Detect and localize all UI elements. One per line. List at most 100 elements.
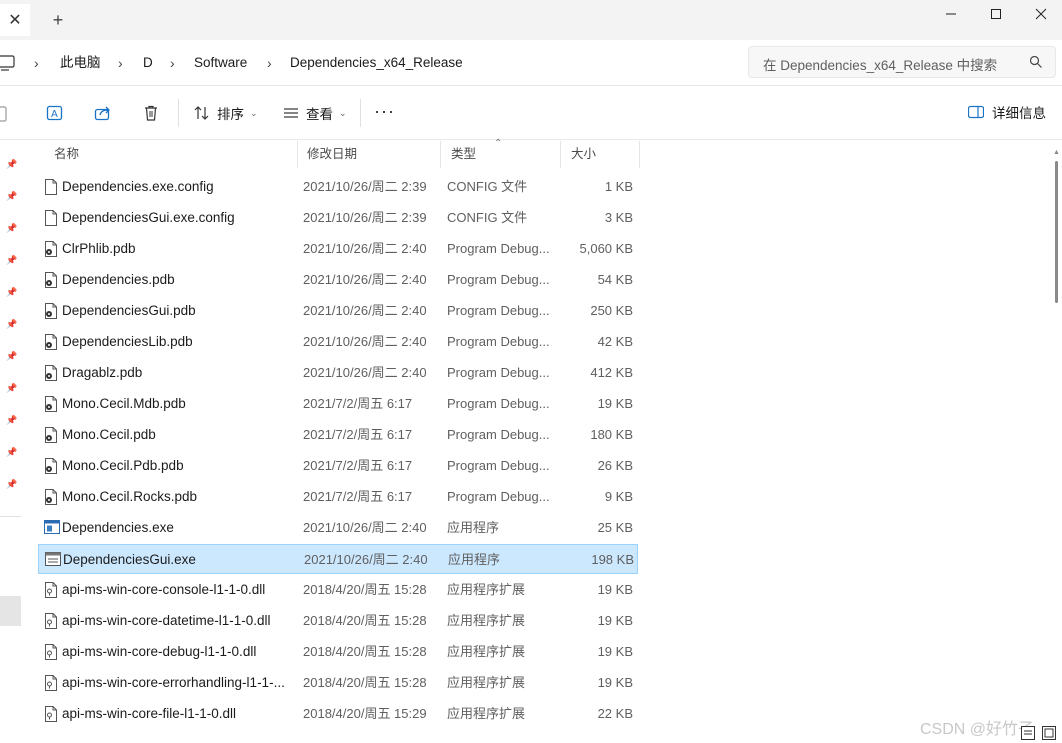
file-type: 应用程序扩展 xyxy=(447,613,526,628)
file-row[interactable]: Dependencies.exe.config 2021/10/26/周二 2:3… xyxy=(38,172,638,202)
pin-icon[interactable]: 📌 xyxy=(6,223,17,233)
file-type: CONFIG 文件 xyxy=(447,179,528,194)
close-window-button[interactable] xyxy=(1018,0,1062,28)
more-options-button[interactable]: ··· xyxy=(374,101,395,122)
file-name: Dependencies.exe xyxy=(62,520,174,535)
file-name: api-ms-win-core-debug-l1-1-0.dll xyxy=(62,644,257,659)
file-size: 180 KB xyxy=(590,427,633,442)
file-date: 2021/10/26/周二 2:39 xyxy=(303,179,427,194)
breadcrumb-item-drive[interactable]: D xyxy=(143,54,153,72)
tiles-view-icon[interactable] xyxy=(1042,726,1056,740)
file-date: 2021/10/26/周二 2:40 xyxy=(303,241,427,256)
maximize-button[interactable] xyxy=(973,0,1019,28)
details-pane-button[interactable]: 详细信息 xyxy=(968,102,1046,122)
file-row[interactable]: api-ms-win-core-errorhandling-l1-1-... 20… xyxy=(38,668,638,698)
share-icon[interactable] xyxy=(94,104,112,122)
dll-icon xyxy=(44,644,58,660)
file-date: 2021/10/26/周二 2:40 xyxy=(303,520,427,535)
column-header-row: 名称 修改日期 类型 ⌃ 大小 xyxy=(38,138,640,168)
scroll-up-arrow-icon[interactable]: ▲ xyxy=(1053,149,1060,156)
file-row[interactable]: Dependencies.pdb 2021/10/26/周二 2:40 Progra… xyxy=(38,265,638,295)
view-button[interactable]: 查看 ⌄ xyxy=(282,102,347,124)
file-size: 3 KB xyxy=(604,210,633,225)
close-tab-button[interactable]: ✕ xyxy=(0,4,30,36)
breadcrumb-item-this-pc[interactable]: 此电脑 xyxy=(60,54,101,72)
paste-icon[interactable] xyxy=(0,104,10,122)
file-row[interactable]: Mono.Cecil.pdb 2021/7/2/周五 6:17 Program De… xyxy=(38,420,638,450)
file-row[interactable]: DependenciesGui.exe 2021/10/26/周二 2:40 应用程… xyxy=(38,544,638,574)
chevron-right-icon[interactable]: › xyxy=(267,54,272,72)
file-type: Program Debug... xyxy=(447,427,550,442)
pin-icon[interactable]: 📌 xyxy=(6,159,17,169)
column-header-size[interactable]: 大小 xyxy=(561,141,640,168)
pin-icon[interactable]: 📌 xyxy=(6,351,17,361)
close-icon: ✕ xyxy=(8,12,22,29)
file-size: 54 KB xyxy=(597,272,633,287)
file-row[interactable]: Dependencies.exe 2021/10/26/周二 2:40 应用程序 25… xyxy=(38,513,638,543)
minimize-button[interactable] xyxy=(928,0,974,28)
file-row[interactable]: ClrPhlib.pdb 2021/10/26/周二 2:40 Program De… xyxy=(38,234,638,264)
file-date: 2018/4/20/周五 15:28 xyxy=(303,613,427,628)
computer-icon[interactable] xyxy=(0,54,18,72)
breadcrumb-item-current-folder[interactable]: Dependencies_x64_Release xyxy=(290,54,463,72)
file-date: 2018/4/20/周五 15:28 xyxy=(303,582,427,597)
file-row[interactable]: DependenciesGui.pdb 2021/10/26/周二 2:40 Pro… xyxy=(38,296,638,326)
file-type: 应用程序扩展 xyxy=(447,644,526,659)
address-bar: › 此电脑 › D › Software › Dependencies_x64_… xyxy=(0,40,1062,86)
pin-icon[interactable]: 📌 xyxy=(6,191,17,201)
breadcrumb-item-software[interactable]: Software xyxy=(194,54,247,72)
file-size: 19 KB xyxy=(597,675,633,690)
vertical-scrollbar[interactable]: ▲ xyxy=(1052,141,1062,743)
file-row[interactable]: Dragablz.pdb 2021/10/26/周二 2:40 Program De… xyxy=(38,358,638,388)
file-row[interactable]: api-ms-win-core-file-l1-1-0.dll 2018/4/20… xyxy=(38,699,638,729)
column-header-name[interactable]: 名称 xyxy=(44,141,298,168)
delete-icon[interactable] xyxy=(142,104,160,122)
file-size: 26 KB xyxy=(597,458,633,473)
search-icon[interactable] xyxy=(1029,55,1043,69)
new-tab-button[interactable]: + xyxy=(46,8,70,32)
navigation-pane: 📌 📌 📌 📌 📌 📌 📌 📌 📌 📌 📌 xyxy=(0,141,22,743)
file-name: DependenciesGui.exe xyxy=(63,552,196,567)
scrollbar-thumb[interactable] xyxy=(1055,161,1058,303)
file-date: 2021/10/26/周二 2:39 xyxy=(303,210,427,225)
chevron-right-icon[interactable]: › xyxy=(118,54,123,72)
file-row[interactable]: api-ms-win-core-debug-l1-1-0.dll 2018/4/2… xyxy=(38,637,638,667)
file-row[interactable]: Mono.Cecil.Pdb.pdb 2021/7/2/周五 6:17 Progra… xyxy=(38,451,638,481)
rename-icon[interactable]: A xyxy=(46,104,64,122)
pin-icon[interactable]: 📌 xyxy=(6,287,17,297)
dll-icon xyxy=(44,613,58,629)
view-icon xyxy=(284,108,298,118)
pin-icon[interactable]: 📌 xyxy=(6,447,17,457)
pin-icon[interactable]: 📌 xyxy=(6,255,17,265)
file-row[interactable]: DependenciesLib.pdb 2021/10/26/周二 2:40 Pro… xyxy=(38,327,638,357)
column-header-date[interactable]: 修改日期 xyxy=(297,141,441,168)
file-row[interactable]: Mono.Cecil.Rocks.pdb 2021/7/2/周五 6:17 Prog… xyxy=(38,482,638,512)
nav-item-selected[interactable] xyxy=(0,596,21,626)
details-view-icon[interactable] xyxy=(1021,726,1035,740)
file-row[interactable]: Mono.Cecil.Mdb.pdb 2021/7/2/周五 6:17 Progra… xyxy=(38,389,638,419)
chevron-right-icon[interactable]: › xyxy=(34,54,39,72)
pin-icon[interactable]: 📌 xyxy=(6,479,17,489)
search-input[interactable]: 在 Dependencies_x64_Release 中搜索 xyxy=(748,46,1056,78)
pin-icon[interactable]: 📌 xyxy=(6,415,17,425)
pdb-icon xyxy=(44,365,58,381)
details-pane-icon xyxy=(968,105,984,119)
file-row[interactable]: api-ms-win-core-console-l1-1-0.dll 2018/4… xyxy=(38,575,638,605)
svg-text:A: A xyxy=(51,109,58,120)
file-date: 2021/7/2/周五 6:17 xyxy=(303,396,413,411)
view-label: 查看 xyxy=(306,107,333,122)
chevron-right-icon[interactable]: › xyxy=(170,54,175,72)
file-date: 2021/7/2/周五 6:17 xyxy=(303,458,413,473)
file-name: Mono.Cecil.pdb xyxy=(62,427,156,442)
pin-icon[interactable]: 📌 xyxy=(6,383,17,393)
file-row[interactable]: api-ms-win-core-datetime-l1-1-0.dll 2018/… xyxy=(38,606,638,636)
details-label: 详细信息 xyxy=(992,106,1046,121)
sort-ascending-icon: ⌃ xyxy=(494,138,503,149)
file-name: Mono.Cecil.Pdb.pdb xyxy=(62,458,184,473)
pin-icon[interactable]: 📌 xyxy=(6,319,17,329)
file-size: 198 KB xyxy=(591,552,634,567)
file-icon xyxy=(44,179,58,195)
file-row[interactable]: DependenciesGui.exe.config 2021/10/26/周二 … xyxy=(38,203,638,233)
pdb-icon xyxy=(44,334,58,350)
sort-button[interactable]: 排序 ⌄ xyxy=(193,102,258,124)
